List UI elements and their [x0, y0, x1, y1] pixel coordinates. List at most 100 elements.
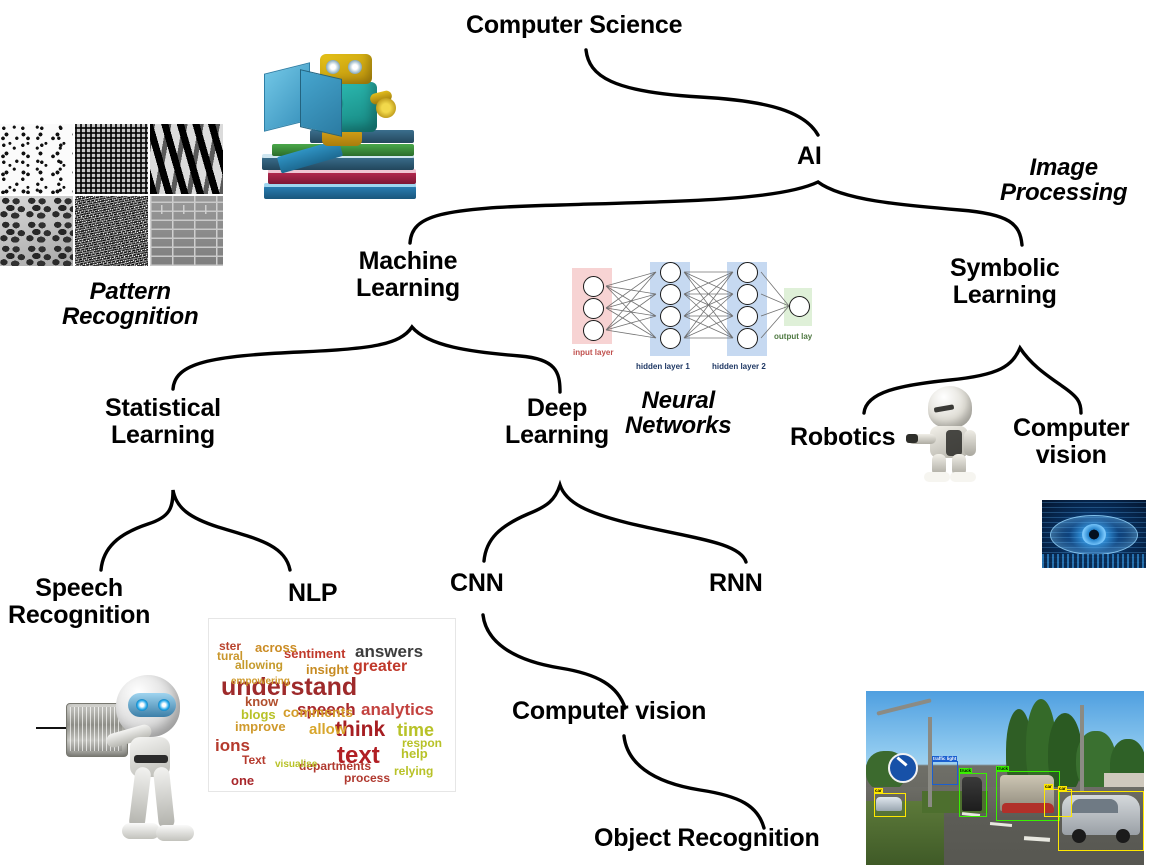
nn-neuron: [737, 328, 758, 349]
street-object-detection-photo: car traffic light truck truck car car: [866, 691, 1144, 865]
word-cloud-word: across: [255, 640, 297, 655]
word-cloud-word: allow: [309, 721, 347, 738]
robot-hand: [906, 434, 918, 443]
texture-dot-pattern: [0, 124, 73, 194]
nn-label-hidden-layer-2: hidden layer 2: [712, 362, 766, 371]
node-object-recognition: Object Recognition: [594, 824, 820, 852]
nn-label-hidden-layer-1: hidden layer 1: [636, 362, 690, 371]
neural-network-figure: input layer hidden layer 1 hidden layer …: [570, 262, 812, 378]
node-computer-vision-right: Computer vision: [1013, 414, 1130, 469]
robot-torso-panel: [946, 430, 962, 456]
node-speech-recognition: Speech Recognition: [8, 574, 151, 629]
node-cnn: CNN: [450, 569, 504, 597]
nn-neuron: [737, 284, 758, 305]
annotation-image-processing: Image Processing: [1000, 154, 1128, 207]
texture-zebra-stripes: [150, 124, 223, 194]
edge-stat-to-branches: [99, 489, 292, 572]
edge-ai-to-branches: [408, 180, 1024, 247]
nn-neuron-output: [789, 296, 810, 317]
word-cloud-words: understand text think speech analytics answer…: [209, 619, 455, 791]
detection-label-truck: truck: [959, 767, 973, 774]
word-cloud-word: ster: [219, 639, 242, 653]
robot-eye: [348, 60, 362, 74]
robot-with-tin-can-image: [36, 655, 216, 865]
nn-neuron: [737, 306, 758, 327]
robot-hand: [376, 98, 396, 118]
node-rnn: RNN: [709, 569, 763, 597]
held-book-right-page: [300, 69, 342, 137]
texture-random-noise: [75, 196, 148, 266]
node-statistical-learning: Statistical Learning: [105, 394, 221, 449]
word-cloud-word: know: [245, 694, 279, 709]
node-computer-vision-bottom: Computer vision: [512, 697, 707, 725]
nn-neuron: [660, 306, 681, 327]
nn-label-input-layer: input layer: [573, 348, 614, 357]
marvin-robot-image: [906, 386, 994, 484]
texture-brick-wall: [150, 196, 223, 266]
node-symbolic-learning: Symbolic Learning: [950, 254, 1060, 309]
robot-foot: [122, 823, 160, 839]
detection-box-truck: truck: [959, 768, 987, 817]
edge-cs-to-ai: [584, 48, 820, 137]
eye-pupil: [1089, 529, 1099, 539]
word-cloud-word: Text: [242, 753, 266, 767]
node-robotics: Robotics: [790, 423, 896, 451]
pattern-texture-grid: [0, 124, 223, 266]
word-cloud-word: ions: [215, 736, 250, 755]
nn-connection-lines: [572, 262, 812, 356]
book-icon: [264, 186, 416, 199]
nn-neuron: [660, 262, 681, 283]
robot-leg: [128, 766, 152, 830]
nn-neuron: [660, 284, 681, 305]
robot-eye: [158, 699, 170, 711]
texture-woven-mesh: [75, 124, 148, 194]
robot-foot: [156, 825, 194, 841]
robot-foot: [950, 472, 976, 482]
word-cloud-word: allowing: [235, 658, 283, 672]
node-deep-learning: Deep Learning: [505, 394, 609, 449]
street-lamp-arm: [876, 698, 932, 716]
detection-label-car: car: [1044, 783, 1053, 790]
eye-data-bars: [1042, 554, 1146, 568]
detection-box-car: car: [874, 788, 906, 817]
nn-neuron: [583, 276, 604, 297]
utility-pole: [1080, 705, 1084, 791]
word-cloud-word: empowering: [231, 676, 290, 687]
nn-neuron: [660, 328, 681, 349]
detection-label-truck: truck: [996, 765, 1010, 772]
nn-neuron: [583, 320, 604, 341]
robot-eye: [136, 699, 148, 711]
node-nlp: NLP: [288, 579, 338, 607]
word-cloud-word: greater: [353, 658, 408, 675]
nn-neuron: [583, 298, 604, 319]
detection-box-traffic-light: traffic light: [932, 756, 958, 785]
node-ai: AI: [797, 142, 822, 170]
detection-label-car: car: [874, 787, 883, 794]
nn-label-output-layer: output layer: [774, 332, 812, 341]
annotation-pattern-recognition: Pattern Recognition: [62, 278, 199, 331]
edge-ml-to-branches: [171, 324, 562, 394]
word-cloud-word: visualise: [275, 759, 318, 770]
road-sign-icon: [888, 753, 918, 783]
edge-dl-to-branches: [482, 479, 748, 564]
book-icon: [268, 172, 416, 184]
node-machine-learning: Machine Learning: [356, 247, 460, 302]
robot-waist: [134, 755, 168, 763]
word-cloud-word: comments: [283, 704, 354, 720]
nn-neuron: [737, 262, 758, 283]
annotation-neural-networks: Neural Networks: [625, 387, 732, 440]
robot-eye: [326, 60, 340, 74]
word-cloud-word: analytics: [361, 700, 434, 719]
digital-eye-image: [1042, 500, 1146, 568]
texture-leopard-spots: [0, 196, 73, 266]
edge-cv-to-or: [622, 734, 766, 830]
word-cloud-word: relying: [394, 764, 434, 778]
robot-reading-books-image: [258, 52, 438, 222]
word-cloud-word: process: [344, 771, 391, 785]
node-computer-science: Computer Science: [466, 11, 683, 39]
detection-label-traffic-light: traffic light: [932, 755, 958, 762]
robot-arm: [964, 430, 976, 456]
word-cloud-word: one: [231, 773, 255, 788]
edge-cnn-to-cv: [481, 613, 627, 710]
robot-foot: [924, 472, 950, 482]
